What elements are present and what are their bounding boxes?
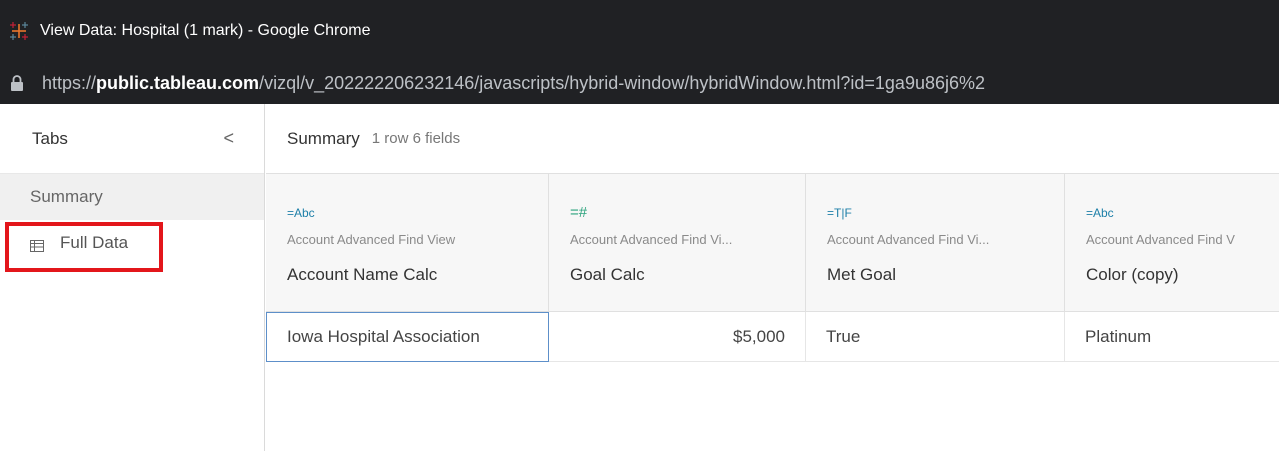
column-name: Color (copy) <box>1086 265 1179 284</box>
collapse-chevron-icon[interactable]: < <box>223 128 234 149</box>
column-header-color-copy[interactable]: =Abc Account Advanced Find V Color (copy… <box>1065 174 1279 312</box>
window-title: View Data: Hospital (1 mark) - Google Ch… <box>40 22 371 39</box>
column-source: Account Advanced Find View <box>287 232 456 247</box>
column-source: Account Advanced Find Vi... <box>570 232 733 247</box>
column-name: Account Name Calc <box>287 265 438 284</box>
column-name: Met Goal <box>827 265 896 284</box>
page-title: Summary <box>287 128 360 148</box>
column-source: Account Advanced Find V <box>1086 232 1235 247</box>
column-name: Goal Calc <box>570 265 645 284</box>
browser-titlebar: View Data: Hospital (1 mark) - Google Ch… <box>0 0 1279 62</box>
tableau-logo-icon <box>8 20 30 42</box>
table-cell[interactable]: Iowa Hospital Association <box>266 312 549 362</box>
string-type-icon[interactable]: =Abc <box>287 204 548 222</box>
sidebar-header: Tabs < <box>0 104 264 174</box>
main-panel: Summary 1 row 6 fields =Abc Account Adva… <box>266 104 1279 451</box>
url-path: /vizql/v_202222206232146/javascripts/hyb… <box>259 72 986 93</box>
sidebar-title: Tabs <box>32 128 68 148</box>
url-prefix: https:// <box>42 72 97 93</box>
data-grid: =Abc Account Advanced Find View Account … <box>266 174 1279 362</box>
table-cell[interactable]: Platinum <box>1065 312 1279 362</box>
sidebar-item-label: Full Data <box>60 233 129 252</box>
row-field-count: 1 row 6 fields <box>371 130 461 147</box>
table-row: Iowa Hospital Association $5,000 True Pl… <box>266 312 1279 362</box>
column-header-met-goal[interactable]: =T|F Account Advanced Find Vi... Met Goa… <box>806 174 1065 312</box>
table-cell[interactable]: $5,000 <box>549 312 806 362</box>
column-header-account-name[interactable]: =Abc Account Advanced Find View Account … <box>266 174 549 312</box>
title-row: View Data: Hospital (1 mark) - Google Ch… <box>0 0 1279 62</box>
tabs-sidebar: Tabs < Summary Full Data <box>0 104 265 451</box>
address-bar[interactable]: https://public.tableau.com/vizql/v_20222… <box>0 62 1279 104</box>
url-host: public.tableau.com <box>96 72 260 93</box>
table-icon <box>30 237 44 252</box>
lock-icon[interactable] <box>10 75 24 91</box>
table-cell[interactable]: True <box>806 312 1065 362</box>
sidebar-item-summary[interactable]: Summary <box>0 174 264 220</box>
boolean-type-icon[interactable]: =T|F <box>827 204 1064 222</box>
sidebar-item-label: Summary <box>30 187 103 206</box>
main-header: Summary 1 row 6 fields <box>266 104 1279 174</box>
sidebar-item-full-data[interactable]: Full Data <box>0 220 264 272</box>
url-text[interactable]: https://public.tableau.com/vizql/v_20222… <box>42 73 985 94</box>
number-type-icon[interactable]: =# <box>570 204 805 222</box>
string-type-icon[interactable]: =Abc <box>1086 204 1279 222</box>
column-source: Account Advanced Find Vi... <box>827 232 990 247</box>
grid-header: =Abc Account Advanced Find View Account … <box>266 174 1279 312</box>
column-header-goal-calc[interactable]: =# Account Advanced Find Vi... Goal Calc <box>549 174 806 312</box>
